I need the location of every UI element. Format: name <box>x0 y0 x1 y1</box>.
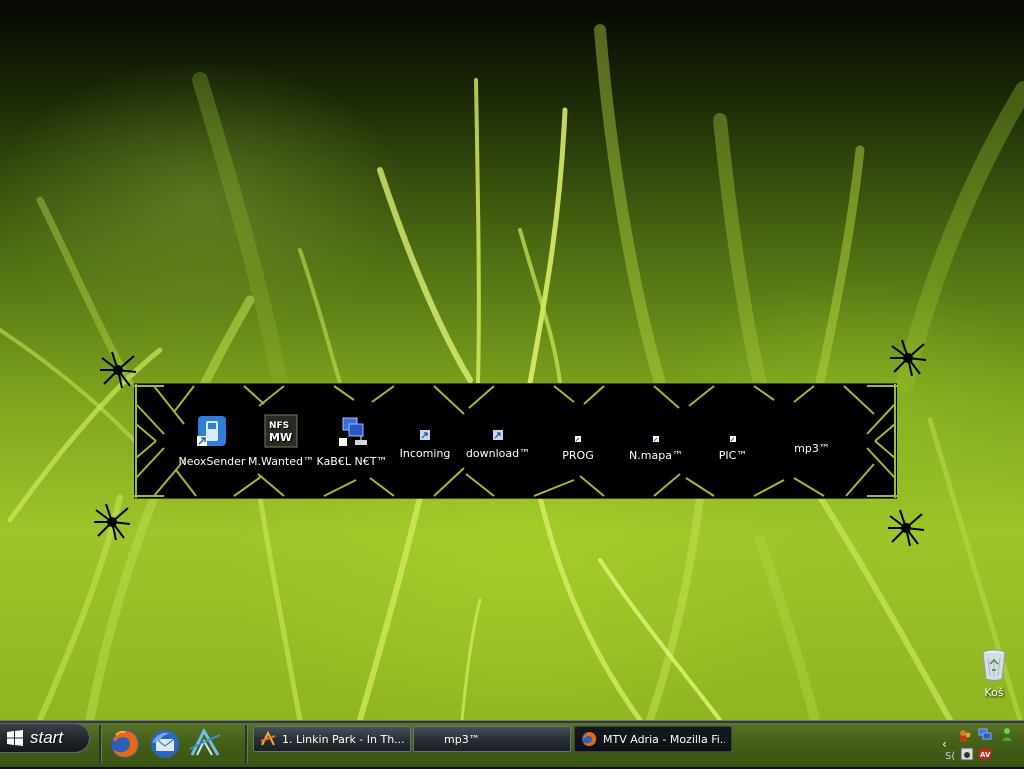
nfs-game-icon: NFSMW <box>264 414 298 448</box>
grass-blades <box>0 24 1024 720</box>
dock-item-label: PIC™ <box>718 449 748 462</box>
folder-shortcut-icon <box>493 430 503 440</box>
taskbar-separator <box>99 725 102 763</box>
folder-shortcut-icon <box>653 436 659 442</box>
task-label: MTV Adria - Mozilla Fi... <box>603 732 725 746</box>
svg-text:MW: MW <box>269 431 292 444</box>
svg-text:AV: AV <box>980 751 991 759</box>
dock-item-label: download™ <box>465 447 531 460</box>
taskbar: start 1. Linkin Park - In Th... mp3™ MTV… <box>0 720 1024 769</box>
task-button-winamp[interactable]: 1. Linkin Park - In Th... <box>253 726 411 752</box>
firefox-icon[interactable] <box>108 727 142 761</box>
recycle-bin-icon <box>982 649 1006 681</box>
dock-item-m-wanted[interactable]: NFS MW M.Wanted™ <box>244 414 318 468</box>
thunderbird-icon[interactable] <box>148 727 182 761</box>
windows-flag-icon <box>7 730 23 746</box>
dock-item-kabel-net[interactable]: KaB€L N€T™ <box>315 414 389 468</box>
task-label: mp3™ <box>444 732 480 746</box>
dock-item-label: Incoming <box>399 447 451 460</box>
task-button-mp3[interactable]: mp3™ <box>413 726 571 752</box>
phone-app-icon <box>197 416 226 446</box>
recycle-bin[interactable]: Koš <box>972 648 1016 699</box>
task-label: 1. Linkin Park - In Th... <box>282 732 404 746</box>
dock-item-prog[interactable]: PROG <box>541 432 615 462</box>
spider-decoration-icon <box>100 351 137 389</box>
dock-item-n-mapa[interactable]: N.mapa™ <box>619 432 693 462</box>
winamp-icon[interactable] <box>188 727 222 761</box>
task-button-firefox[interactable]: MTV Adria - Mozilla Fi... <box>574 726 732 752</box>
desktop-wallpaper <box>0 0 1024 720</box>
dock-item-label: mp3™ <box>794 442 830 455</box>
winamp-icon <box>260 731 276 746</box>
dock-item-label: KaB€L N€T™ <box>316 455 388 468</box>
folder-shortcut-icon <box>730 436 736 442</box>
dock-item-mp3[interactable]: mp3™ <box>775 438 849 455</box>
dock-item-pic[interactable]: PIC™ <box>696 432 770 462</box>
recycle-bin-label: Koš <box>984 686 1004 699</box>
spider-decoration-icon <box>890 339 927 377</box>
firefox-icon <box>582 732 596 746</box>
tray-expand-chevron-icon[interactable]: ‹ <box>942 737 947 751</box>
dock-item-download[interactable]: download™ <box>461 430 535 460</box>
user-icon[interactable] <box>1000 727 1014 741</box>
start-label: start <box>30 728 64 747</box>
spider-decoration-icon <box>94 503 131 541</box>
folder-shortcut-icon <box>575 436 581 442</box>
network-connections-icon <box>339 417 367 446</box>
spider-decoration-icon <box>888 509 925 547</box>
tray-clock: S( <box>945 751 956 762</box>
taskbar-separator <box>245 725 248 763</box>
volume-icon[interactable] <box>960 747 974 761</box>
antivirus-icon[interactable]: AV <box>978 747 992 761</box>
dock-item-label: NeoxSender <box>178 455 246 468</box>
dock-item-neoxsender[interactable]: NeoxSender <box>175 414 249 468</box>
dock-item-label: N.mapa™ <box>629 449 683 462</box>
svg-text:NFS: NFS <box>269 421 289 431</box>
folder-shortcut-icon <box>420 430 430 440</box>
messenger-icon[interactable] <box>958 729 972 743</box>
start-button[interactable]: start <box>0 723 90 753</box>
dock-item-incoming[interactable]: Incoming <box>388 430 462 460</box>
dock-item-label: M.Wanted™ <box>248 455 314 468</box>
dock-item-label: PROG <box>562 449 594 462</box>
network-icon[interactable] <box>978 727 992 741</box>
icon-dock: NeoxSender NFS MW M.Wanted™ KaB€L N€T™ In… <box>134 383 897 499</box>
